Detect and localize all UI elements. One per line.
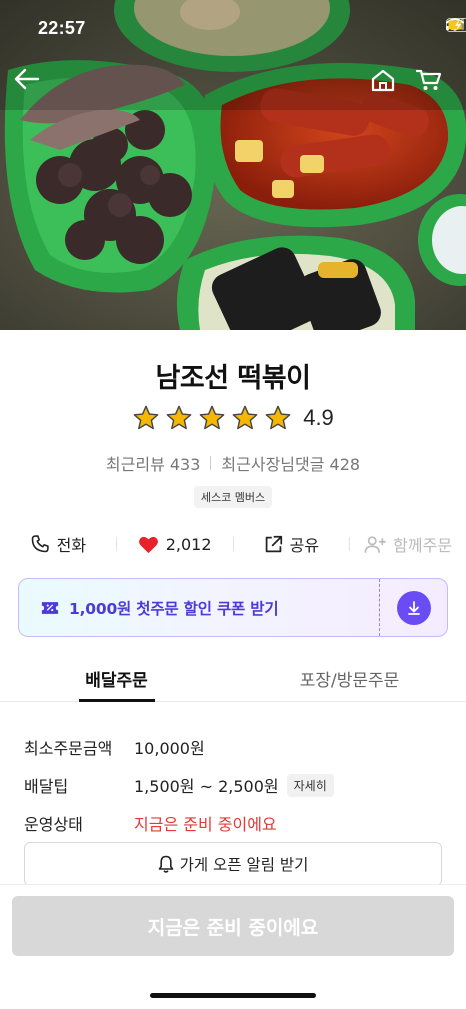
group-order-button[interactable]: 함께주문 bbox=[350, 532, 466, 556]
phone-label: 전화 bbox=[56, 536, 87, 555]
back-arrow-icon bbox=[14, 68, 40, 90]
share-button[interactable]: 공유 bbox=[234, 532, 350, 556]
tab-pickup[interactable]: 포장/방문주문 bbox=[233, 656, 466, 701]
status-label: 운영상태 bbox=[24, 815, 83, 834]
star-icon bbox=[166, 405, 192, 430]
home-indicator bbox=[150, 993, 316, 998]
delivery-tip-detail-button[interactable]: 자세히 bbox=[286, 773, 334, 797]
min-order-row: 최소주문금액 10,000원 bbox=[24, 728, 442, 766]
cart-button[interactable] bbox=[416, 68, 452, 104]
phone-button[interactable]: 전화 bbox=[0, 532, 116, 556]
order-button[interactable]: 지금은 준비 중이에요 bbox=[12, 896, 454, 956]
coupon-ticket-icon bbox=[41, 601, 59, 614]
bell-icon bbox=[158, 855, 173, 873]
home-icon bbox=[371, 69, 395, 92]
owner-replies-link[interactable]: 최근사장님댓글 428 bbox=[221, 451, 360, 475]
star-icon bbox=[232, 405, 258, 430]
order-type-tabs: 배달주문 포장/방문주문 bbox=[0, 656, 466, 702]
delivery-tip-label: 배달팁 bbox=[24, 777, 69, 796]
phone-icon bbox=[31, 535, 49, 553]
open-alarm-label: 가게 오픈 알림 받기 bbox=[179, 856, 309, 874]
coupon-text: 1,000원 첫주문 할인 쿠폰 받기 bbox=[69, 599, 279, 618]
rating-value: 4.9 bbox=[303, 405, 334, 430]
cart-icon bbox=[416, 69, 442, 90]
store-photo: 22:57 bbox=[0, 0, 466, 330]
battery-charging-icon bbox=[446, 18, 466, 32]
review-summary: 최근리뷰 433 최근사장님댓글 428 bbox=[0, 451, 466, 475]
status-row: 운영상태 지금은 준비 중이에요 bbox=[24, 804, 442, 842]
tab-delivery[interactable]: 배달주문 bbox=[0, 656, 233, 701]
like-count: 2,012 bbox=[165, 534, 212, 554]
add-person-icon bbox=[364, 535, 387, 553]
download-circle bbox=[396, 590, 431, 625]
coupon-download-button[interactable] bbox=[379, 579, 447, 636]
group-order-label: 함께주문 bbox=[393, 536, 453, 555]
coupon-main: 1,000원 첫주문 할인 쿠폰 받기 bbox=[19, 579, 379, 636]
min-order-value: 10,000원 bbox=[134, 739, 205, 758]
download-icon bbox=[407, 600, 420, 615]
status-bar: 22:57 bbox=[0, 0, 466, 56]
share-label: 공유 bbox=[289, 536, 320, 555]
status-value: 지금은 준비 중이에요 bbox=[134, 815, 277, 834]
cesco-member-badge: 세스코 멤버스 bbox=[194, 486, 272, 508]
back-button[interactable] bbox=[14, 68, 50, 104]
rating-row: 4.9 bbox=[0, 404, 466, 432]
order-info: 최소주문금액 10,000원 배달팁 1,500원 ~ 2,500원 자세히 운… bbox=[24, 728, 442, 842]
star-icon bbox=[265, 405, 291, 430]
divider bbox=[210, 456, 212, 470]
like-button[interactable]: 2,012 bbox=[117, 535, 233, 554]
store-name: 남조선 떡볶이 bbox=[155, 363, 311, 394]
open-alarm-button[interactable]: 가게 오픈 알림 받기 bbox=[24, 842, 442, 886]
delivery-tip-row: 배달팁 1,500원 ~ 2,500원 자세히 bbox=[24, 766, 442, 804]
status-time: 22:57 bbox=[38, 18, 86, 38]
star-icon bbox=[133, 405, 159, 430]
coupon-banner[interactable]: 1,000원 첫주문 할인 쿠폰 받기 bbox=[18, 578, 448, 637]
star-icon bbox=[199, 405, 225, 430]
home-button[interactable] bbox=[370, 68, 406, 104]
heart-icon bbox=[138, 536, 158, 553]
share-icon bbox=[265, 535, 282, 552]
recent-reviews-link[interactable]: 최근리뷰 433 bbox=[106, 451, 201, 475]
action-row: 전화 2,012 공유 함께주문 bbox=[0, 528, 466, 560]
min-order-label: 최소주문금액 bbox=[24, 739, 113, 758]
delivery-tip-value: 1,500원 ~ 2,500원 bbox=[134, 777, 279, 796]
